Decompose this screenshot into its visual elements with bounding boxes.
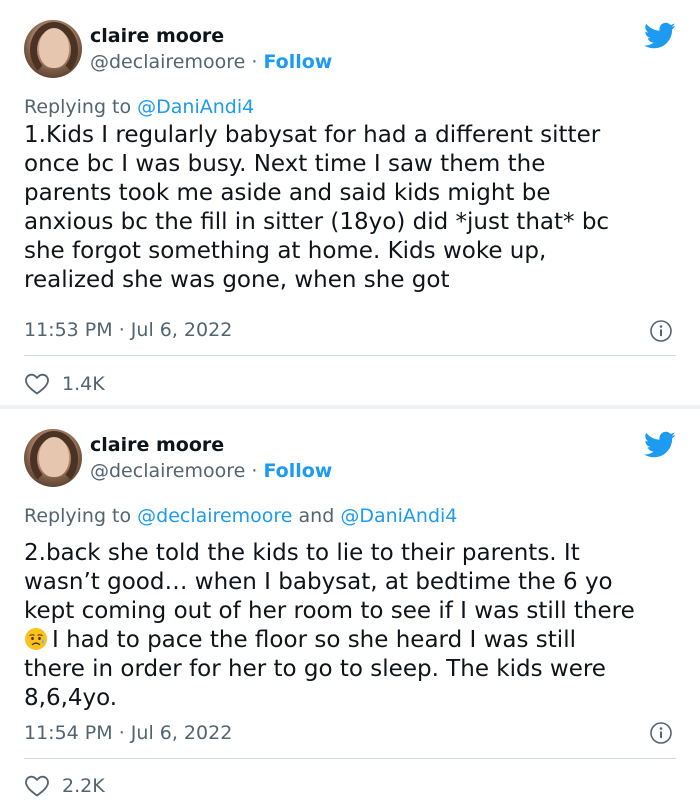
info-icon[interactable] [650, 320, 672, 342]
follow-button[interactable]: Follow [263, 51, 332, 73]
avatar[interactable] [24, 429, 82, 487]
separator-dot: · [251, 460, 258, 482]
tweet-time[interactable]: 11:53 PM [24, 319, 113, 341]
mention-link[interactable]: @DaniAndi4 [340, 505, 457, 527]
like-count: 1.4K [62, 373, 105, 395]
like-button[interactable]: 1.4K [24, 372, 105, 396]
divider [24, 355, 676, 356]
separator-dot: · [118, 722, 125, 744]
author-handle[interactable]: @declairemoore [90, 460, 245, 482]
separator-dot: · [118, 319, 125, 341]
mention-link[interactable]: @declairemoore [137, 505, 292, 527]
tweet-date[interactable]: Jul 6, 2022 [131, 319, 233, 341]
tweet-date[interactable]: Jul 6, 2022 [131, 722, 233, 744]
handle-row: @declairemoore · Follow [90, 49, 332, 75]
author-name[interactable]: claire moore [90, 432, 224, 458]
tweet-card-1: claire moore @declairemoore · Follow Rep… [0, 0, 700, 407]
replying-to: Replying to @DaniAndi4 [24, 94, 254, 120]
tweet-text-part-1: 2.back she told the kids to lie to their… [24, 540, 635, 624]
separator-dot: · [251, 51, 258, 73]
author-name[interactable]: claire moore [90, 23, 224, 49]
replying-and: and [292, 505, 341, 527]
author-handle[interactable]: @declairemoore [90, 51, 245, 73]
timestamp-row[interactable]: 11:54 PM · Jul 6, 2022 [24, 720, 232, 746]
tweet-card-2: claire moore @declairemoore · Follow Rep… [0, 409, 700, 810]
avatar[interactable] [24, 20, 82, 78]
mention-link[interactable]: @DaniAndi4 [137, 96, 254, 118]
tweet-text: 2.back she told the kids to lie to their… [24, 539, 684, 713]
like-count: 2.2K [62, 775, 105, 797]
replying-to: Replying to @declairemoore and @DaniAndi… [24, 503, 457, 529]
heart-icon[interactable] [24, 372, 50, 396]
replying-to-label: Replying to [24, 96, 138, 118]
tweet-time[interactable]: 11:54 PM [24, 722, 113, 744]
replying-to-label: Replying to [24, 505, 138, 527]
info-icon[interactable] [650, 722, 672, 744]
like-button[interactable]: 2.2K [24, 774, 105, 798]
twitter-bird-icon[interactable] [644, 431, 676, 459]
timestamp-row[interactable]: 11:53 PM · Jul 6, 2022 [24, 317, 232, 343]
sad-but-relieved-face-emoji [25, 628, 47, 650]
follow-button[interactable]: Follow [263, 460, 332, 482]
heart-icon[interactable] [24, 774, 50, 798]
handle-row: @declairemoore · Follow [90, 458, 332, 484]
twitter-bird-icon[interactable] [644, 22, 676, 50]
tweet-text-part-2: I had to pace the floor so she heard I w… [24, 627, 606, 711]
tweet-text: 1.Kids I regularly babysat for had a dif… [24, 122, 610, 293]
divider [24, 758, 676, 759]
